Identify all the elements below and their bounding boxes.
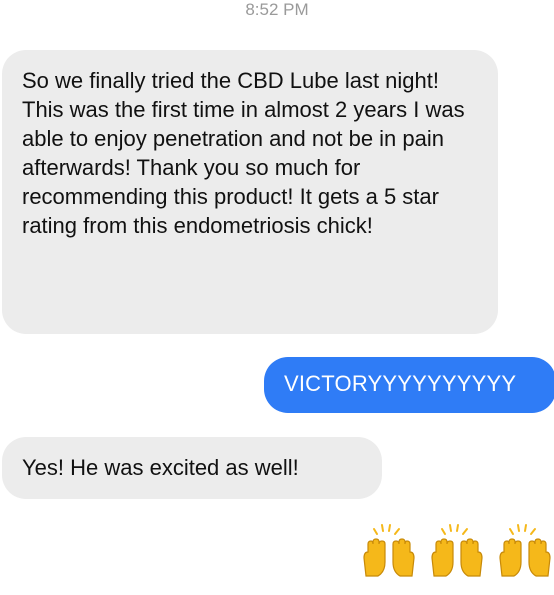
raising-hand-left-icon: [431, 538, 454, 577]
raising-hand-right-icon: [528, 538, 551, 577]
raising-hand-right-icon: [460, 538, 483, 577]
sent-message-bubble[interactable]: VICTORYYYYYYYYYY: [264, 357, 554, 413]
celebration-rays-icon: [509, 524, 536, 535]
timestamp: 8:52 PM: [245, 0, 309, 19]
received-message-bubble[interactable]: Yes! He was excited as well!: [2, 437, 382, 499]
reaction-emoji-row[interactable]: [360, 522, 554, 582]
celebration-rays-icon: [441, 524, 468, 535]
raising-hand-right-icon: [392, 538, 415, 577]
received-message-bubble[interactable]: So we finally tried the CBD Lube last ni…: [2, 50, 498, 334]
raising-hand-left-icon: [499, 538, 522, 577]
celebration-rays-icon: [373, 524, 400, 535]
raising-hand-left-icon: [363, 538, 386, 577]
